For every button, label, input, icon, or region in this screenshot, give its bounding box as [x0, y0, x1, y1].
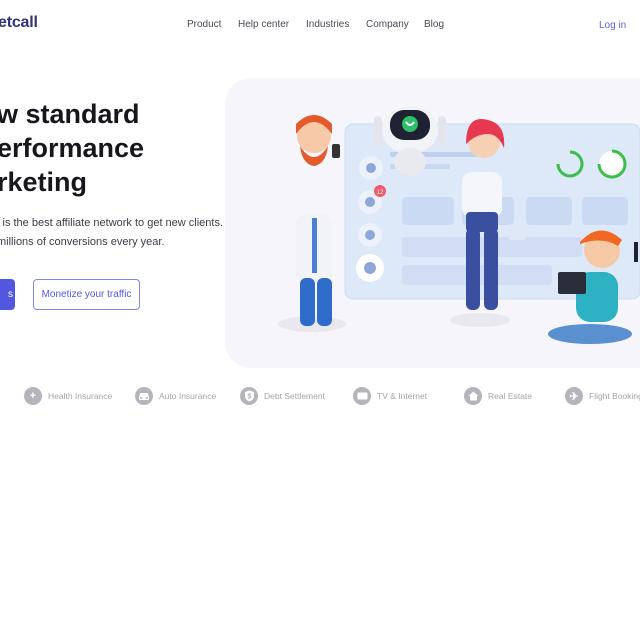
- nav-link-company[interactable]: Company: [366, 19, 409, 30]
- headline-line-2: erformance: [0, 133, 145, 163]
- notification-badge: 12: [377, 190, 384, 196]
- plus-icon: +: [24, 387, 42, 405]
- tv-icon: [353, 387, 371, 405]
- hero-headline: w standard erformance rketing: [0, 97, 237, 199]
- logo[interactable]: etcall: [0, 14, 38, 32]
- house-icon: [464, 387, 482, 405]
- airplane-icon: ✈: [565, 387, 583, 405]
- hero-subtext: l is the best affiliate network to get n…: [0, 214, 247, 252]
- category-label: TV & Internet: [377, 391, 428, 401]
- category-label: Health Insurance: [48, 391, 113, 401]
- category-label: Flight Booking: [589, 391, 640, 401]
- primary-cta-button[interactable]: s: [0, 279, 15, 310]
- man-with-phone-figure: [278, 115, 346, 332]
- category-health-insurance[interactable]: + Health Insurance: [24, 386, 112, 406]
- category-tv-internet[interactable]: TV & Internet: [353, 386, 427, 406]
- category-real-estate[interactable]: Real Estate: [464, 386, 532, 406]
- nav-link-product[interactable]: Product: [187, 19, 221, 30]
- category-debt-settlement[interactable]: $ Debt Settlement: [240, 386, 325, 406]
- car-icon: [135, 387, 153, 405]
- shield-dollar-icon: $: [240, 387, 258, 405]
- category-label: Auto Insurance: [159, 391, 217, 401]
- category-flight-booking[interactable]: ✈ Flight Booking: [565, 386, 640, 406]
- subtext-line-1: l is the best affiliate network to get n…: [0, 217, 224, 229]
- headline-line-3: rketing: [0, 167, 88, 197]
- headline-line-1: w standard: [0, 99, 140, 129]
- top-navigation: etcall Product Help center Industries Co…: [0, 0, 640, 52]
- category-label: Real Estate: [488, 391, 532, 401]
- monetize-traffic-button[interactable]: Monetize your traffic: [33, 279, 140, 310]
- svg-text:$: $: [247, 394, 251, 401]
- nav-link-help-center[interactable]: Help center: [238, 19, 289, 30]
- login-link[interactable]: Log in: [599, 20, 626, 31]
- subtext-line-2: millions of conversions every year.: [0, 236, 165, 248]
- hero-illustration: 12: [278, 106, 640, 344]
- nav-link-industries[interactable]: Industries: [306, 19, 349, 30]
- category-auto-insurance[interactable]: Auto Insurance: [135, 386, 216, 406]
- category-label: Debt Settlement: [264, 391, 325, 401]
- nav-link-blog[interactable]: Blog: [424, 19, 444, 30]
- primary-cta-label: s: [8, 289, 13, 300]
